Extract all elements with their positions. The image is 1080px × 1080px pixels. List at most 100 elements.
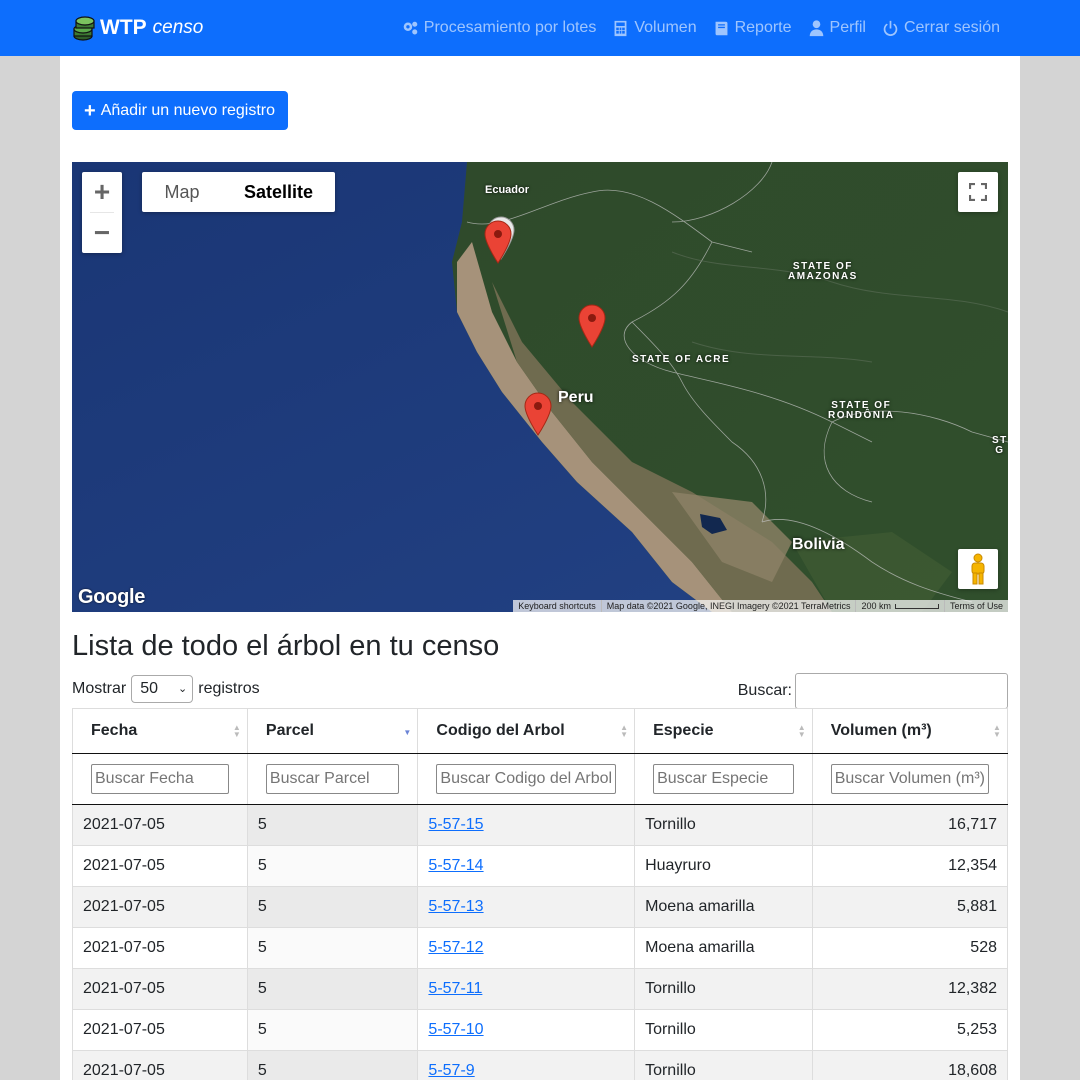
- label-rondonia: STATE OF RONDÔNIA: [828, 400, 895, 421]
- column-label: Fecha: [91, 722, 138, 739]
- nav-link-label: Cerrar sesión: [903, 19, 1000, 36]
- calculator-icon: [614, 20, 627, 36]
- user-icon: [809, 19, 823, 36]
- map-marker[interactable]: [524, 392, 552, 436]
- fullscreen-button[interactable]: [958, 172, 998, 212]
- brand-logo[interactable]: WTP censo: [72, 15, 203, 41]
- table-row: 2021-07-05 5 5-57-11 Tornillo 12,382: [72, 968, 1009, 1010]
- tree-code-link[interactable]: 5-57-14: [428, 857, 483, 874]
- terms-link[interactable]: Terms of Use: [943, 600, 1008, 612]
- column-label: Parcel: [265, 722, 314, 739]
- nav-link-reporte[interactable]: Reporte: [713, 19, 792, 37]
- filter-especie-input[interactable]: Buscar Especie: [653, 764, 794, 794]
- label-acre: STATE OF ACRE: [632, 354, 731, 365]
- nav-link-label: Reporte: [734, 19, 792, 36]
- keyboard-shortcuts-link[interactable]: Keyboard shortcuts: [513, 600, 601, 612]
- sort-desc-icon: ▼: [403, 728, 412, 737]
- cell-volumen: 12,382: [812, 968, 1009, 1010]
- column-label: Codigo del Arbol: [436, 722, 565, 739]
- cell-volumen: 18,608: [812, 1050, 1009, 1080]
- search-input[interactable]: [795, 673, 1008, 709]
- column-label: Volumen (m³): [830, 722, 932, 739]
- filter-fecha-input[interactable]: Buscar Fecha: [91, 764, 229, 794]
- column-header-especie[interactable]: Especie ▲ ▼: [634, 708, 813, 754]
- cell-volumen: 5,253: [812, 1009, 1009, 1051]
- tree-code-link[interactable]: 5-57-13: [428, 898, 483, 915]
- label-bolivia: Bolivia: [792, 536, 845, 553]
- tree-code-link[interactable]: 5-57-15: [428, 816, 483, 833]
- cell-parcel: 5: [247, 845, 419, 887]
- cell-especie: Moena amarilla: [634, 886, 813, 928]
- tree-code-link[interactable]: 5-57-12: [428, 939, 483, 956]
- tree-code-link[interactable]: 5-57-9: [428, 1062, 474, 1079]
- table-search: Buscar:: [738, 673, 1008, 709]
- cell-especie: Tornillo: [634, 968, 813, 1010]
- cogs-icon: [403, 21, 418, 34]
- table-body: 2021-07-05 5 5-57-15 Tornillo 16,717 2021-07-…: [72, 804, 1009, 1080]
- satellite-imagery: [72, 162, 1008, 612]
- nav-link-logout[interactable]: Cerrar sesión: [882, 19, 1000, 37]
- zoom-in-button[interactable]: +: [82, 172, 122, 212]
- cell-volumen: 5,881: [812, 886, 1009, 928]
- tree-code-link[interactable]: 5-57-10: [428, 1021, 483, 1038]
- chevron-down-icon: ⌄: [178, 683, 188, 695]
- table-row: 2021-07-05 5 5-57-12 Moena amarilla 528: [72, 927, 1009, 969]
- map-marker[interactable]: [484, 220, 512, 264]
- zoom-out-button[interactable]: −: [82, 213, 122, 253]
- column-header-codigo[interactable]: Codigo del Arbol ▲ ▼: [417, 708, 636, 754]
- column-header-fecha[interactable]: Fecha ▲ ▼: [72, 708, 248, 754]
- label-peru: Peru: [558, 389, 594, 406]
- zoom-controls: + −: [82, 172, 122, 253]
- nav-link-perfil[interactable]: Perfil: [808, 19, 866, 37]
- cell-fecha: 2021-07-05: [72, 1050, 248, 1080]
- cell-especie: Tornillo: [634, 1009, 813, 1051]
- column-header-parcel[interactable]: Parcel ▼: [247, 708, 419, 754]
- table-row: 2021-07-05 5 5-57-13 Moena amarilla 5,881: [72, 886, 1009, 928]
- filter-codigo-input[interactable]: Buscar Codigo del Arbol: [436, 764, 617, 794]
- label-edge: ST G: [992, 435, 1008, 456]
- table-row: 2021-07-05 5 5-57-9 Tornillo 18,608: [72, 1050, 1009, 1080]
- map-type-map[interactable]: Map: [142, 172, 222, 212]
- search-label: Buscar:: [737, 682, 792, 699]
- add-record-label: Añadir un nuevo registro: [100, 101, 276, 119]
- google-logo: Google: [78, 586, 146, 608]
- cell-especie: Moena amarilla: [634, 927, 813, 969]
- cell-volumen: 16,717: [812, 804, 1009, 846]
- page-title: Lista de todo el árbol en tu censo: [72, 630, 500, 662]
- map-canvas[interactable]: Ecuador Peru Bolivia STATE OF AMAZONAS S…: [72, 162, 1008, 612]
- table-row: 2021-07-05 5 5-57-14 Huayruro 12,354: [72, 845, 1009, 887]
- map-marker[interactable]: [578, 304, 606, 348]
- cell-codigo: 5-57-13: [417, 886, 636, 928]
- column-header-volumen[interactable]: Volumen (m³) ▲ ▼: [812, 708, 1009, 754]
- cell-parcel: 5: [247, 804, 419, 846]
- power-icon: [883, 20, 898, 36]
- map-data-text: Map data ©2021 Google, INEGI Imagery ©20…: [600, 600, 856, 612]
- cell-parcel: 5: [247, 927, 419, 969]
- tree-code-link[interactable]: 5-57-11: [428, 980, 482, 997]
- pegman-icon: [971, 553, 985, 585]
- cell-parcel: 5: [247, 886, 419, 928]
- map-type-satellite[interactable]: Satellite: [222, 172, 335, 212]
- nav-link-volumen[interactable]: Volumen: [612, 19, 697, 37]
- scale-label: 200 km: [861, 601, 891, 611]
- filter-volumen-input[interactable]: Buscar Volumen (m³): [830, 764, 989, 794]
- nav-link-batch[interactable]: Procesamiento por lotes: [402, 19, 596, 37]
- book-icon: [715, 21, 728, 35]
- plus-icon: +: [84, 99, 96, 122]
- cell-codigo: 5-57-11: [417, 968, 636, 1010]
- table-row: 2021-07-05 5 5-57-15 Tornillo 16,717: [72, 804, 1009, 846]
- filter-parcel-input[interactable]: Buscar Parcel: [265, 764, 400, 794]
- street-view-pegman[interactable]: [958, 549, 998, 589]
- add-record-button[interactable]: + Añadir un nuevo registro: [72, 91, 289, 130]
- table-row: 2021-07-05 5 5-57-10 Tornillo 5,253: [72, 1009, 1009, 1051]
- coins-icon: [73, 16, 95, 41]
- cell-volumen: 528: [812, 927, 1009, 969]
- nav-link-label: Perfil: [829, 19, 866, 36]
- cell-parcel: 5: [247, 1050, 419, 1080]
- page-length-value: 50: [140, 680, 159, 697]
- cell-codigo: 5-57-14: [417, 845, 636, 887]
- page-length-select[interactable]: 50 ⌄: [131, 675, 194, 703]
- show-prefix: Mostrar: [72, 680, 127, 697]
- brand-italic: censo: [152, 17, 204, 38]
- cell-fecha: 2021-07-05: [72, 804, 248, 846]
